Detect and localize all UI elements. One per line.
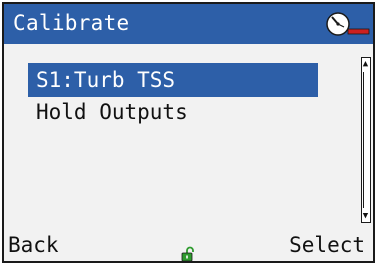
page-title: Calibrate — [13, 11, 130, 35]
calibration-gauge-icon — [326, 12, 370, 36]
scroll-down-icon[interactable]: ▼ — [362, 210, 369, 222]
unlocked-padlock-icon — [181, 246, 194, 262]
menu-item-s1-turb-tss[interactable]: S1:Turb TSS — [28, 63, 318, 97]
menu-item-label: S1:Turb TSS — [36, 68, 176, 92]
scrollbar[interactable]: ▲ ▼ — [361, 57, 371, 223]
menu-item-hold-outputs[interactable]: Hold Outputs — [28, 95, 318, 129]
menu-item-label: Hold Outputs — [36, 100, 188, 124]
scroll-up-icon[interactable]: ▲ — [362, 58, 369, 70]
back-softkey[interactable]: Back — [8, 230, 59, 260]
title-bar: Calibrate — [4, 4, 373, 44]
device-screen: Calibrate S1:Turb TSS Hold Outputs ▲ ▼ B… — [2, 2, 375, 263]
scroll-track — [363, 72, 368, 208]
select-softkey[interactable]: Select — [289, 230, 365, 260]
